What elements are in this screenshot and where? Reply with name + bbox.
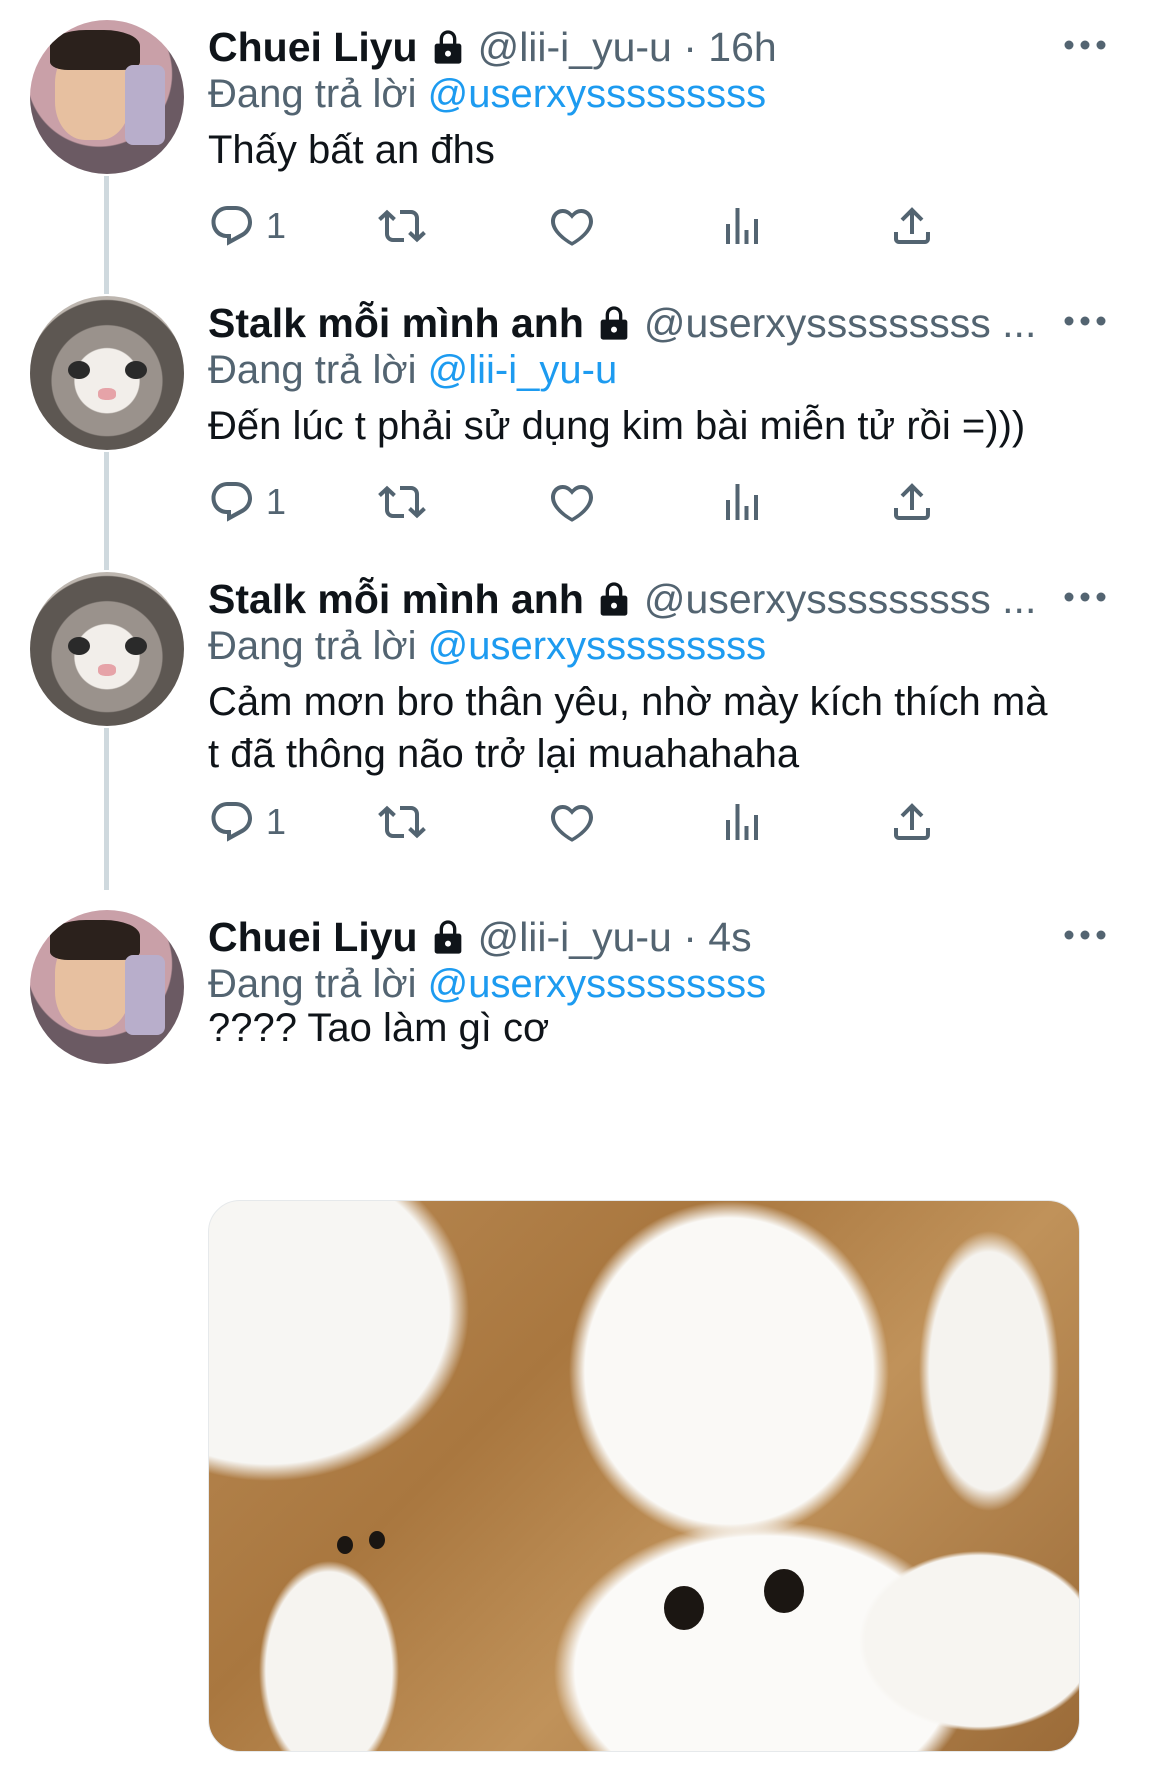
lock-icon [600,582,628,616]
reply-icon [211,206,253,246]
tweet[interactable]: Stalk mỗi mình anh @userxysssssssss ... … [0,552,1170,892]
tweet-text: Cảm mơn bro thân yêu, nhờ mày kích thích… [208,680,1048,776]
reply-count: 1 [266,205,287,246]
replying-to: Đang trả lời @userxysssssssss [208,962,766,1007]
replying-to: Đang trả lời @lii-i_yu-u [208,348,617,393]
replying-to: Đang trả lời @userxysssssssss [208,72,766,117]
retweet-icon [378,805,426,839]
share-button[interactable] [888,472,936,532]
tweet-text: Thấy bất an đhs [208,128,495,172]
reply-button[interactable]: 1 [208,792,286,852]
replying-to-label: Đang trả lời [208,348,428,392]
tweet[interactable]: Stalk mỗi mình anh @userxysssssssss ... … [0,276,1170,556]
mention-link[interactable]: @userxysssssssss [428,72,766,116]
more-dots-icon[interactable] [1060,582,1110,612]
analytics-icon [726,804,758,840]
share-button[interactable] [888,792,936,852]
replying-to: Đang trả lời @userxysssssssss [208,624,766,669]
views-button[interactable] [718,196,766,256]
views-button[interactable] [718,472,766,532]
share-icon [894,483,930,520]
like-button[interactable] [548,472,596,532]
analytics-icon [726,484,758,520]
display-name[interactable]: Chuei Liyu [208,914,418,961]
heart-icon [551,804,593,842]
more-dots-icon[interactable] [1060,306,1110,336]
retweet-button[interactable] [378,792,426,852]
action-bar: 1 [208,792,1108,852]
reply-icon [211,482,253,522]
avatar[interactable] [30,20,184,174]
like-button[interactable] [548,792,596,852]
share-button[interactable] [888,196,936,256]
handle-and-time[interactable]: @lii-i_yu-u · 16h [478,24,777,71]
display-name[interactable]: Chuei Liyu [208,24,418,71]
avatar[interactable] [30,572,184,726]
heart-icon [551,484,593,522]
replying-to-label: Đang trả lời [208,624,428,668]
tweet[interactable]: Chuei Liyu @lii-i_yu-u · 16h Đang trả lờ… [0,0,1170,280]
lock-icon [434,920,461,954]
retweet-button[interactable] [378,196,426,256]
avatar[interactable] [30,910,184,1064]
tweet-header: Chuei Liyu @lii-i_yu-u · 16h [208,22,1110,72]
more-dots-icon[interactable] [1060,30,1110,60]
more-dots-icon[interactable] [1060,920,1110,950]
reply-count: 1 [266,481,287,522]
mention-link[interactable]: @userxysssssssss [428,962,766,1006]
tweet-text: Đến lúc t phải sử dụng kim bài miễn tử r… [208,404,1026,448]
handle-and-time[interactable]: @userxysssssssss ... [644,300,1036,347]
lock-icon [600,306,628,340]
display-name[interactable]: Stalk mỗi mình anh [208,576,584,623]
replying-to-label: Đang trả lời [208,962,428,1006]
retweet-icon [378,209,426,243]
display-name[interactable]: Stalk mỗi mình anh [208,300,584,347]
share-icon [894,803,930,840]
cat-eye [764,1569,804,1613]
heart-icon [551,208,593,246]
reply-button[interactable]: 1 [208,196,286,256]
tweet-header: Stalk mỗi mình anh @userxysssssssss ... [208,574,1110,624]
retweet-icon [378,485,426,519]
analytics-icon [726,208,758,244]
reply-icon [211,802,253,842]
handle-and-time[interactable]: @lii-i_yu-u · 4s [478,914,752,961]
action-bar: 1 [208,196,1108,256]
handle-and-time[interactable]: @userxysssssssss ... [644,576,1036,623]
tweet-header: Stalk mỗi mình anh @userxysssssssss ... [208,298,1110,348]
cat-eye [369,1531,385,1549]
views-button[interactable] [718,792,766,852]
mention-link[interactable]: @userxysssssssss [428,624,766,668]
tweet-text: ???? Tao làm gì cơ [208,1006,550,1050]
replying-to-label: Đang trả lời [208,72,428,116]
reply-count: 1 [266,801,287,842]
share-icon [894,207,930,244]
reply-button[interactable]: 1 [208,472,286,532]
avatar[interactable] [30,296,184,450]
tweet-media-image[interactable] [208,1200,1080,1752]
lock-icon [434,30,461,64]
retweet-button[interactable] [378,472,426,532]
cat-eye [664,1586,704,1630]
action-bar: 1 [208,472,1108,532]
mention-link[interactable]: @lii-i_yu-u [428,348,618,392]
cat-eye [337,1536,353,1554]
tweet-header: Chuei Liyu @lii-i_yu-u · 4s [208,912,1110,962]
like-button[interactable] [548,196,596,256]
